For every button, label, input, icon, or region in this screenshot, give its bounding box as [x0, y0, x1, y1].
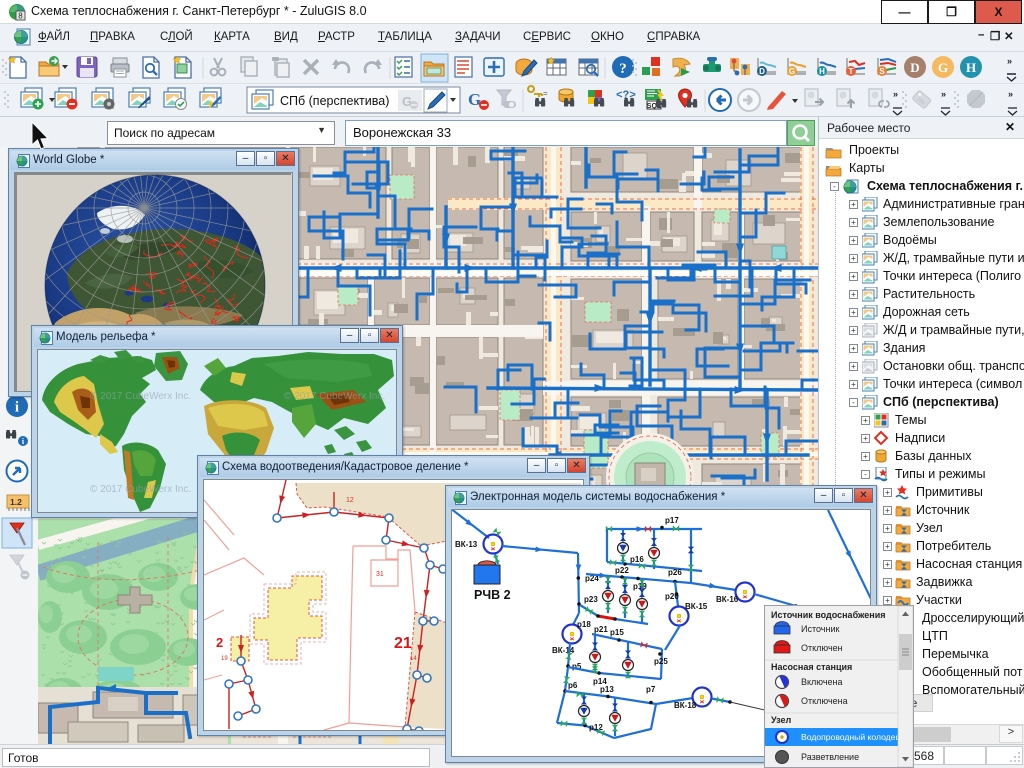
svg-text:H: H: [966, 60, 976, 75]
svg-text:=: =: [543, 89, 548, 98]
svg-text:Отключена: Отключена: [801, 696, 848, 706]
svg-text:»: »: [941, 89, 946, 99]
svg-text:p20: p20: [665, 592, 679, 601]
svg-text:ВК-13: ВК-13: [455, 540, 478, 549]
svg-text:»: »: [1007, 56, 1012, 66]
svg-text:Источник: Источник: [801, 624, 839, 634]
svg-text:Водопроводный колодец: Водопроводный колодец: [801, 732, 900, 742]
svg-text:Узел: Узел: [771, 715, 792, 725]
svg-text:2: 2: [216, 635, 223, 650]
svg-text:H: H: [819, 67, 825, 76]
svg-text:СПб (перспектива): СПб (перспектива): [280, 94, 389, 108]
svg-text:21: 21: [394, 635, 412, 652]
svg-text:РЧВ 2: РЧВ 2: [474, 588, 511, 602]
svg-text:14: 14: [410, 656, 417, 662]
svg-text:p16: p16: [630, 555, 644, 564]
svg-text:19: 19: [221, 656, 228, 662]
svg-text:p26: p26: [668, 568, 682, 577]
svg-text:»: »: [1008, 89, 1013, 99]
svg-text:p25: p25: [654, 657, 668, 666]
svg-text:Разветвление: Разветвление: [801, 752, 859, 762]
svg-text:p15: p15: [610, 628, 624, 637]
svg-text:Насосная станция: Насосная станция: [771, 662, 852, 672]
svg-text:ВК-15: ВК-15: [685, 602, 708, 611]
svg-text:G: G: [789, 67, 795, 76]
svg-text:© 2017 CubeWerx Inc.: © 2017 CubeWerx Inc.: [284, 391, 385, 402]
svg-text:p6: p6: [568, 681, 578, 690]
svg-text:p12: p12: [589, 723, 603, 732]
svg-text:T: T: [849, 67, 854, 76]
svg-text:p23: p23: [584, 595, 598, 604]
svg-text:Источник водоснабжения: Источник водоснабжения: [771, 610, 886, 620]
svg-text:?: ?: [619, 61, 627, 77]
svg-text:p22: p22: [615, 566, 629, 575]
svg-text:D: D: [759, 67, 765, 76]
svg-text:8: 8: [18, 12, 23, 21]
svg-text:D: D: [910, 60, 919, 75]
svg-text:p13: p13: [600, 685, 614, 694]
svg-text:p17: p17: [665, 516, 679, 525]
svg-text:1.2: 1.2: [10, 497, 22, 507]
svg-text:ВК-18: ВК-18: [674, 701, 697, 710]
svg-text:G: G: [938, 60, 948, 75]
svg-text:Отключен: Отключен: [801, 643, 843, 653]
svg-text:p21: p21: [594, 625, 608, 634]
svg-text:p18: p18: [577, 620, 591, 629]
svg-text:© 2017 CubeWerx Inc.: © 2017 CubeWerx Inc.: [90, 391, 191, 402]
svg-text:»: »: [893, 89, 898, 99]
svg-text:12: 12: [346, 497, 354, 504]
svg-text:ВК-16: ВК-16: [716, 595, 739, 604]
svg-text:31: 31: [376, 571, 384, 578]
svg-text:i: i: [15, 400, 19, 416]
svg-text:Включена: Включена: [801, 677, 843, 687]
svg-text:p7: p7: [646, 685, 656, 694]
svg-text:S: S: [879, 67, 885, 76]
svg-text:© 2017 CubeWerx Inc.: © 2017 CubeWerx Inc.: [90, 484, 191, 495]
